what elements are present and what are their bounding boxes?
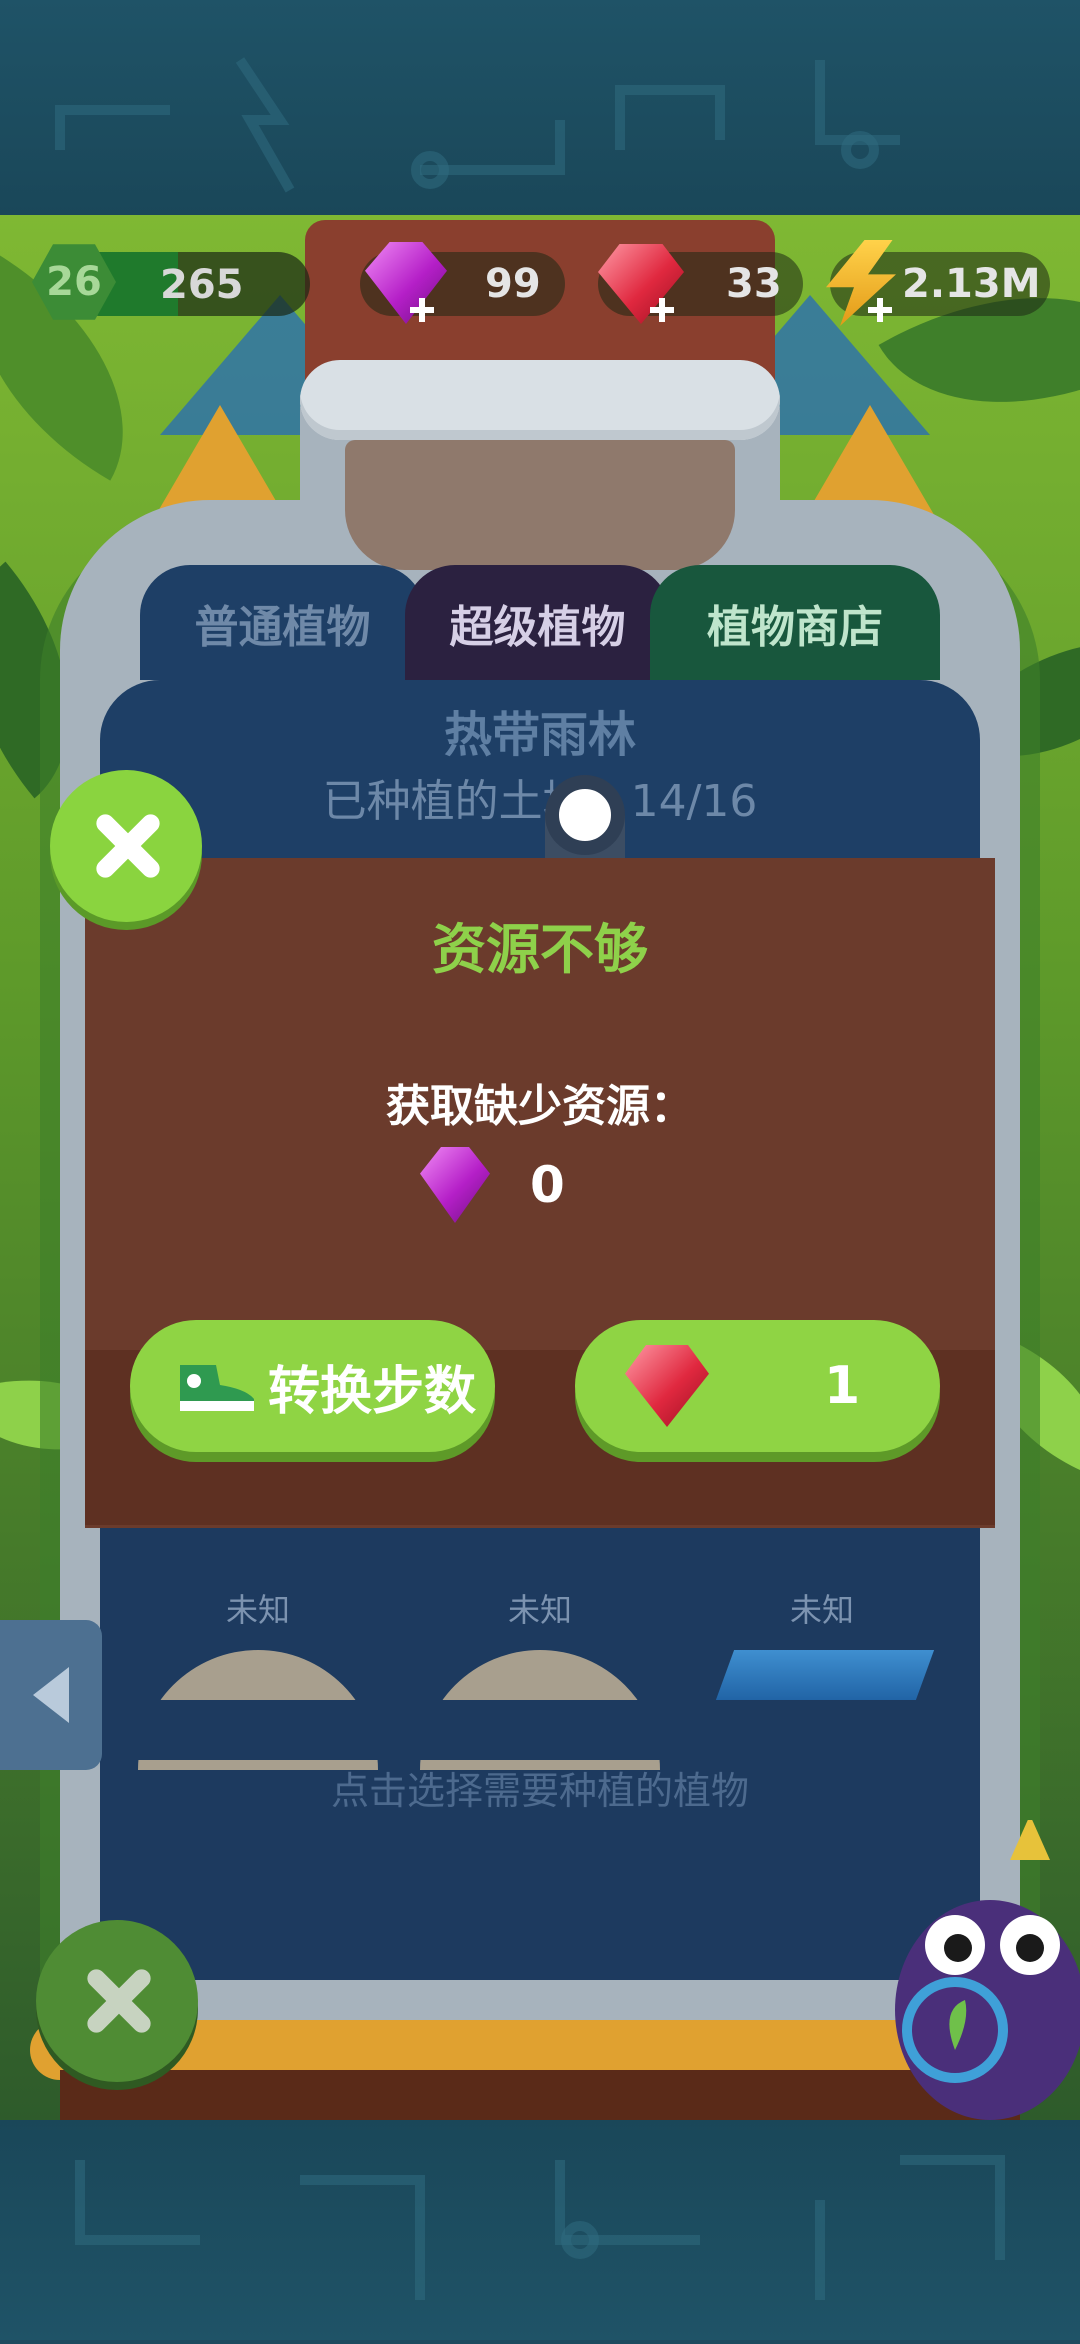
- plant-slot-3[interactable]: [715, 1650, 935, 1700]
- missing-resource-count: 0: [530, 1156, 565, 1214]
- red-gem-count: 33: [726, 261, 782, 307]
- planted-count: 已种植的土地：14/16: [322, 776, 758, 827]
- bottom-banner: [0, 2120, 1080, 2340]
- dialog-title: 资源不够: [432, 918, 648, 981]
- energy-value: 2.13M: [902, 261, 1041, 307]
- dialog-message: 获取缺少资源：: [386, 1081, 694, 1132]
- back-arrow-button[interactable]: [0, 1620, 102, 1770]
- mascot-character[interactable]: [870, 1815, 1080, 2120]
- purple-gem-count: 99: [485, 261, 541, 307]
- jar-lip: [300, 360, 780, 440]
- circuit-decoration: [75, 2155, 1005, 2300]
- tab-normal-plants[interactable]: 普通植物: [140, 565, 425, 680]
- panel-divider: [100, 1700, 980, 1760]
- slot-label: 未知: [789, 1591, 854, 1629]
- slot-label: 未知: [225, 1591, 290, 1629]
- plus-icon[interactable]: [650, 298, 674, 322]
- jar-inner-cork: [345, 440, 735, 570]
- convert-steps-label: 转换步数: [268, 1361, 477, 1422]
- buy-with-gem-button[interactable]: 1: [575, 1320, 940, 1452]
- dialog-ring: [545, 775, 625, 855]
- circuit-decoration: [55, 57, 900, 193]
- xp-value: 265: [160, 262, 244, 308]
- top-banner: [0, 0, 1080, 215]
- red-gem-icon: [625, 1345, 709, 1427]
- tab-label: 普通植物: [194, 601, 371, 653]
- close-panel-button[interactable]: [36, 1920, 198, 2082]
- plus-icon[interactable]: [410, 298, 434, 322]
- plus-icon[interactable]: [868, 298, 892, 322]
- sneaker-icon: [180, 1365, 254, 1411]
- purple-gem-icon: [420, 1147, 490, 1223]
- tab-super-plants[interactable]: 超级植物: [405, 565, 670, 680]
- convert-steps-button[interactable]: 转换步数: [130, 1320, 495, 1452]
- missing-resource-row: 0: [420, 1140, 565, 1230]
- close-icon: [82, 1966, 152, 2036]
- gem-cost: 1: [824, 1356, 861, 1416]
- close-icon: [91, 811, 161, 881]
- back-arrow-icon: [33, 1667, 69, 1723]
- slot-label: 未知: [507, 1591, 572, 1629]
- panel-title: 热带雨林: [443, 707, 636, 763]
- mascot-icon: [895, 1815, 1080, 2120]
- level-value: 26: [46, 259, 102, 305]
- close-dialog-button[interactable]: [50, 770, 202, 922]
- tab-label: 植物商店: [707, 601, 883, 653]
- select-plant-hint: 点击选择需要种植的植物: [330, 1769, 749, 1813]
- tab-plant-shop[interactable]: 植物商店: [650, 565, 940, 680]
- tab-label: 超级植物: [449, 601, 626, 653]
